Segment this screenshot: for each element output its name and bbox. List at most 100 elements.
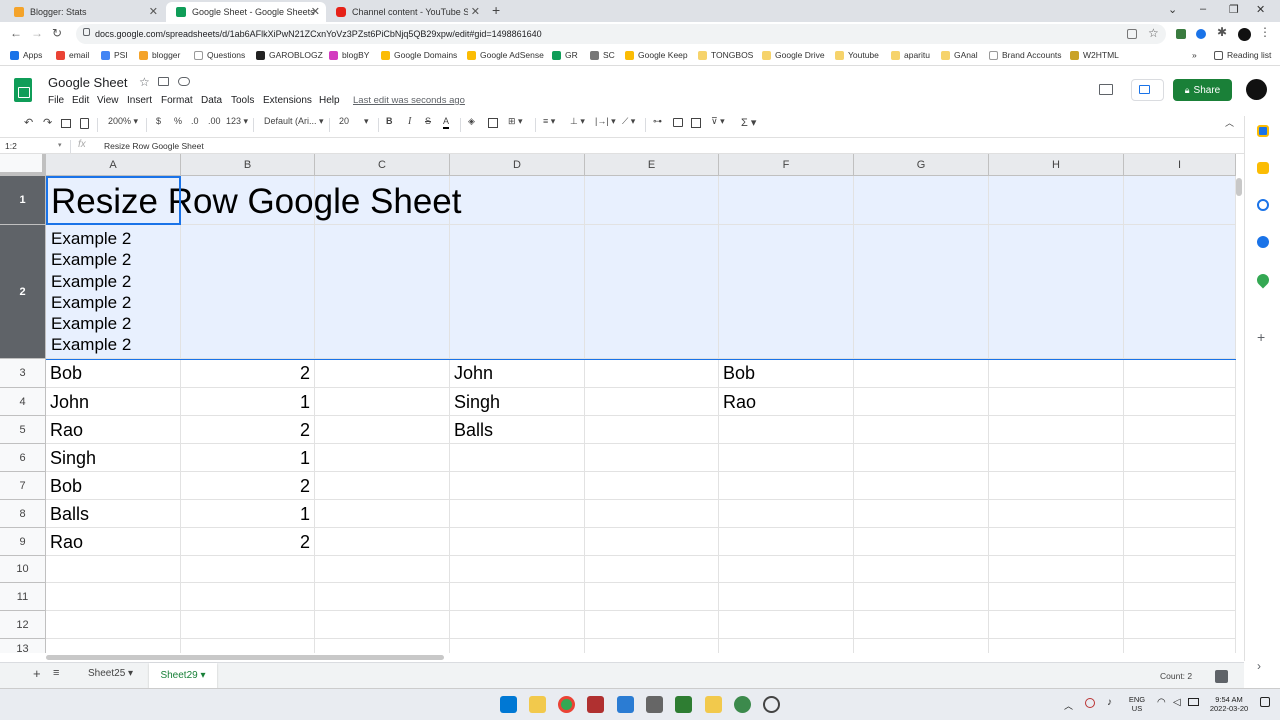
cell-f11[interactable] [719, 583, 854, 611]
cell-f3[interactable]: Bob [719, 359, 854, 388]
cell-a7[interactable]: Bob [46, 472, 181, 500]
close-icon[interactable]: ✕ [471, 5, 480, 18]
cell-e5[interactable] [585, 416, 719, 444]
extension-icon[interactable] [1196, 29, 1206, 39]
forward-icon[interactable]: → [31, 26, 43, 40]
bold-button[interactable]: B [386, 116, 393, 126]
row-header-1[interactable]: 1 [0, 176, 46, 225]
column-header-e[interactable]: E [585, 154, 719, 176]
column-header-b[interactable]: B [181, 154, 315, 176]
paint-format-icon[interactable] [80, 118, 89, 129]
cell-h7[interactable] [989, 472, 1124, 500]
cell-b3[interactable]: 2 [181, 359, 315, 388]
cell-i11[interactable] [1124, 583, 1236, 611]
selection-count[interactable]: Count: 2 [1160, 671, 1192, 681]
cell-h10[interactable] [989, 556, 1124, 583]
tray-app-icon[interactable] [1085, 698, 1095, 708]
cell-g2[interactable] [854, 225, 989, 359]
cell-i2[interactable] [1124, 225, 1236, 359]
column-header-g[interactable]: G [854, 154, 989, 176]
name-box[interactable]: 1:2 [5, 141, 17, 151]
move-folder-icon[interactable] [158, 77, 169, 86]
cell-f5[interactable] [719, 416, 854, 444]
column-header-c[interactable]: C [315, 154, 450, 176]
collapse-menus-icon[interactable]: ︿ [1225, 116, 1234, 129]
bookmark-w2html[interactable]: W2HTML [1070, 50, 1119, 60]
cell-c5[interactable] [315, 416, 450, 444]
reading-list[interactable]: Reading list [1214, 50, 1271, 60]
cell-b6[interactable]: 1 [181, 444, 315, 472]
cell-g8[interactable] [854, 500, 989, 528]
cell-f12[interactable] [719, 611, 854, 639]
cell-i12[interactable] [1124, 611, 1236, 639]
cell-f2[interactable] [719, 225, 854, 359]
cell-i7[interactable] [1124, 472, 1236, 500]
cell-i6[interactable] [1124, 444, 1236, 472]
column-header-a[interactable]: A [46, 154, 181, 176]
cell-a3[interactable]: Bob [46, 359, 181, 388]
vertical-align-icon[interactable]: ⊥ ▾ [570, 116, 585, 127]
reload-icon[interactable]: ↻ [52, 26, 62, 40]
wifi-icon[interactable]: ◠ [1157, 697, 1166, 708]
cell-d9[interactable] [450, 528, 585, 556]
cell-g9[interactable] [854, 528, 989, 556]
cell-d13[interactable] [450, 639, 585, 653]
menu-tools[interactable]: Tools [231, 95, 254, 106]
language-indicator[interactable]: ENG US [1124, 695, 1150, 713]
battery-icon[interactable] [1188, 698, 1199, 706]
merge-cells-icon[interactable]: ⊞ ▾ [508, 116, 523, 127]
italic-button[interactable]: I [408, 116, 411, 127]
cell-f6[interactable] [719, 444, 854, 472]
file-explorer-icon[interactable] [529, 696, 546, 713]
cell-g13[interactable] [854, 639, 989, 653]
cell-a8[interactable]: Balls [46, 500, 181, 528]
menu-format[interactable]: Format [161, 95, 193, 106]
row-header-13[interactable]: 13 [0, 639, 46, 653]
cell-b10[interactable] [181, 556, 315, 583]
star-icon[interactable]: ☆ [139, 75, 150, 89]
cell-b2[interactable] [181, 225, 315, 359]
bookmark-psi[interactable]: PSI [101, 50, 128, 60]
tab-google-sheet[interactable]: Google Sheet - Google Sheets ✕ [166, 2, 326, 22]
tab-youtube-studio[interactable]: Channel content - YouTube Studio ✕ [326, 2, 486, 22]
row-header-4[interactable]: 4 [0, 388, 46, 416]
cell-h8[interactable] [989, 500, 1124, 528]
excel-icon[interactable] [675, 696, 692, 713]
tasks-icon[interactable] [1257, 199, 1269, 211]
expand-panel-icon[interactable]: › [1257, 659, 1261, 673]
cell-e7[interactable] [585, 472, 719, 500]
cell-d10[interactable] [450, 556, 585, 583]
cell-a12[interactable] [46, 611, 181, 639]
clock[interactable]: 9:54 AM 2022-03-20 [1206, 695, 1252, 713]
row-header-5[interactable]: 5 [0, 416, 46, 444]
bookmark-google-drive[interactable]: Google Drive [762, 50, 825, 60]
calendar-icon[interactable] [1257, 125, 1269, 137]
bookmark-aparitu[interactable]: aparitu [891, 50, 930, 60]
cell-g11[interactable] [854, 583, 989, 611]
cell-c11[interactable] [315, 583, 450, 611]
cell-c3[interactable] [315, 359, 450, 388]
row-header-8[interactable]: 8 [0, 500, 46, 528]
menu-view[interactable]: View [97, 95, 119, 106]
cell-g3[interactable] [854, 359, 989, 388]
cell-i5[interactable] [1124, 416, 1236, 444]
bookmark-apps[interactable]: Apps [10, 50, 42, 60]
insert-comment-icon[interactable] [673, 118, 683, 127]
bookmark-ganal[interactable]: GAnal [941, 50, 978, 60]
cell-g4[interactable] [854, 388, 989, 416]
tab-blogger[interactable]: Blogger: Stats ✕ [4, 2, 164, 22]
present-button[interactable] [1131, 79, 1164, 101]
cell-h11[interactable] [989, 583, 1124, 611]
cell-f1[interactable] [719, 176, 854, 225]
zoom-select[interactable]: 200% ▾ [108, 116, 138, 127]
bookmark-brand-accounts[interactable]: Brand Accounts [989, 50, 1062, 60]
cell-d12[interactable] [450, 611, 585, 639]
cell-e10[interactable] [585, 556, 719, 583]
cell-h2[interactable] [989, 225, 1124, 359]
bookmark-gr[interactable]: GR [552, 50, 578, 60]
cell-h6[interactable] [989, 444, 1124, 472]
insert-chart-icon[interactable] [691, 118, 701, 128]
more-formats-select[interactable]: 123 ▾ [226, 116, 248, 127]
row-header-7[interactable]: 7 [0, 472, 46, 500]
start-icon[interactable] [500, 696, 517, 713]
